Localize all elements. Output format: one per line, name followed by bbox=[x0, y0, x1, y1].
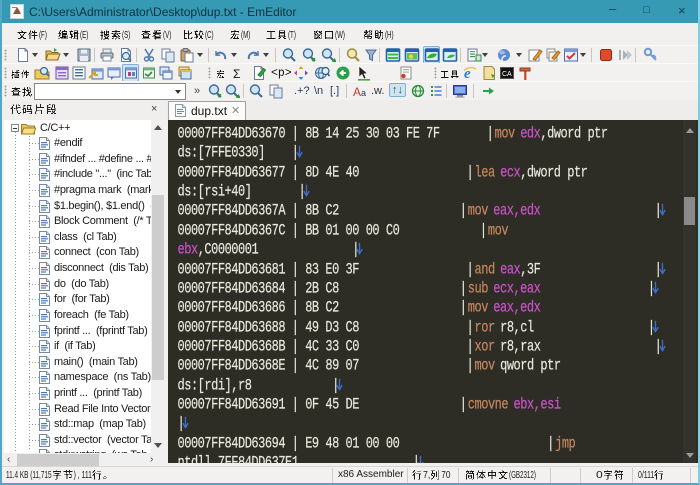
svg-text:(C): (C) bbox=[205, 30, 214, 41]
svg-text:(E): (E) bbox=[80, 30, 88, 41]
svg-text:(H): (H) bbox=[385, 30, 394, 41]
svg-text:0: 0 bbox=[596, 470, 603, 481]
svg-text:) , 111: ) , 111 bbox=[74, 470, 93, 481]
svg-text:(GB2312): (GB2312) bbox=[509, 470, 536, 481]
svg-text:(W): (W) bbox=[335, 30, 345, 41]
svg-text:(S): (S) bbox=[122, 30, 130, 41]
svg-text:(V): (V) bbox=[163, 30, 171, 41]
svg-text:7,: 7, bbox=[423, 470, 430, 481]
svg-text:70: 70 bbox=[441, 470, 451, 481]
svg-text:CA: CA bbox=[502, 71, 512, 78]
svg-text:11.4 KB (11,715: 11.4 KB (11,715 bbox=[6, 470, 52, 481]
svg-text:(M): (M) bbox=[241, 30, 250, 41]
svg-text:(F): (F) bbox=[39, 30, 47, 41]
svg-text:(T): (T) bbox=[288, 30, 296, 41]
svg-text:0/111: 0/111 bbox=[638, 470, 655, 481]
